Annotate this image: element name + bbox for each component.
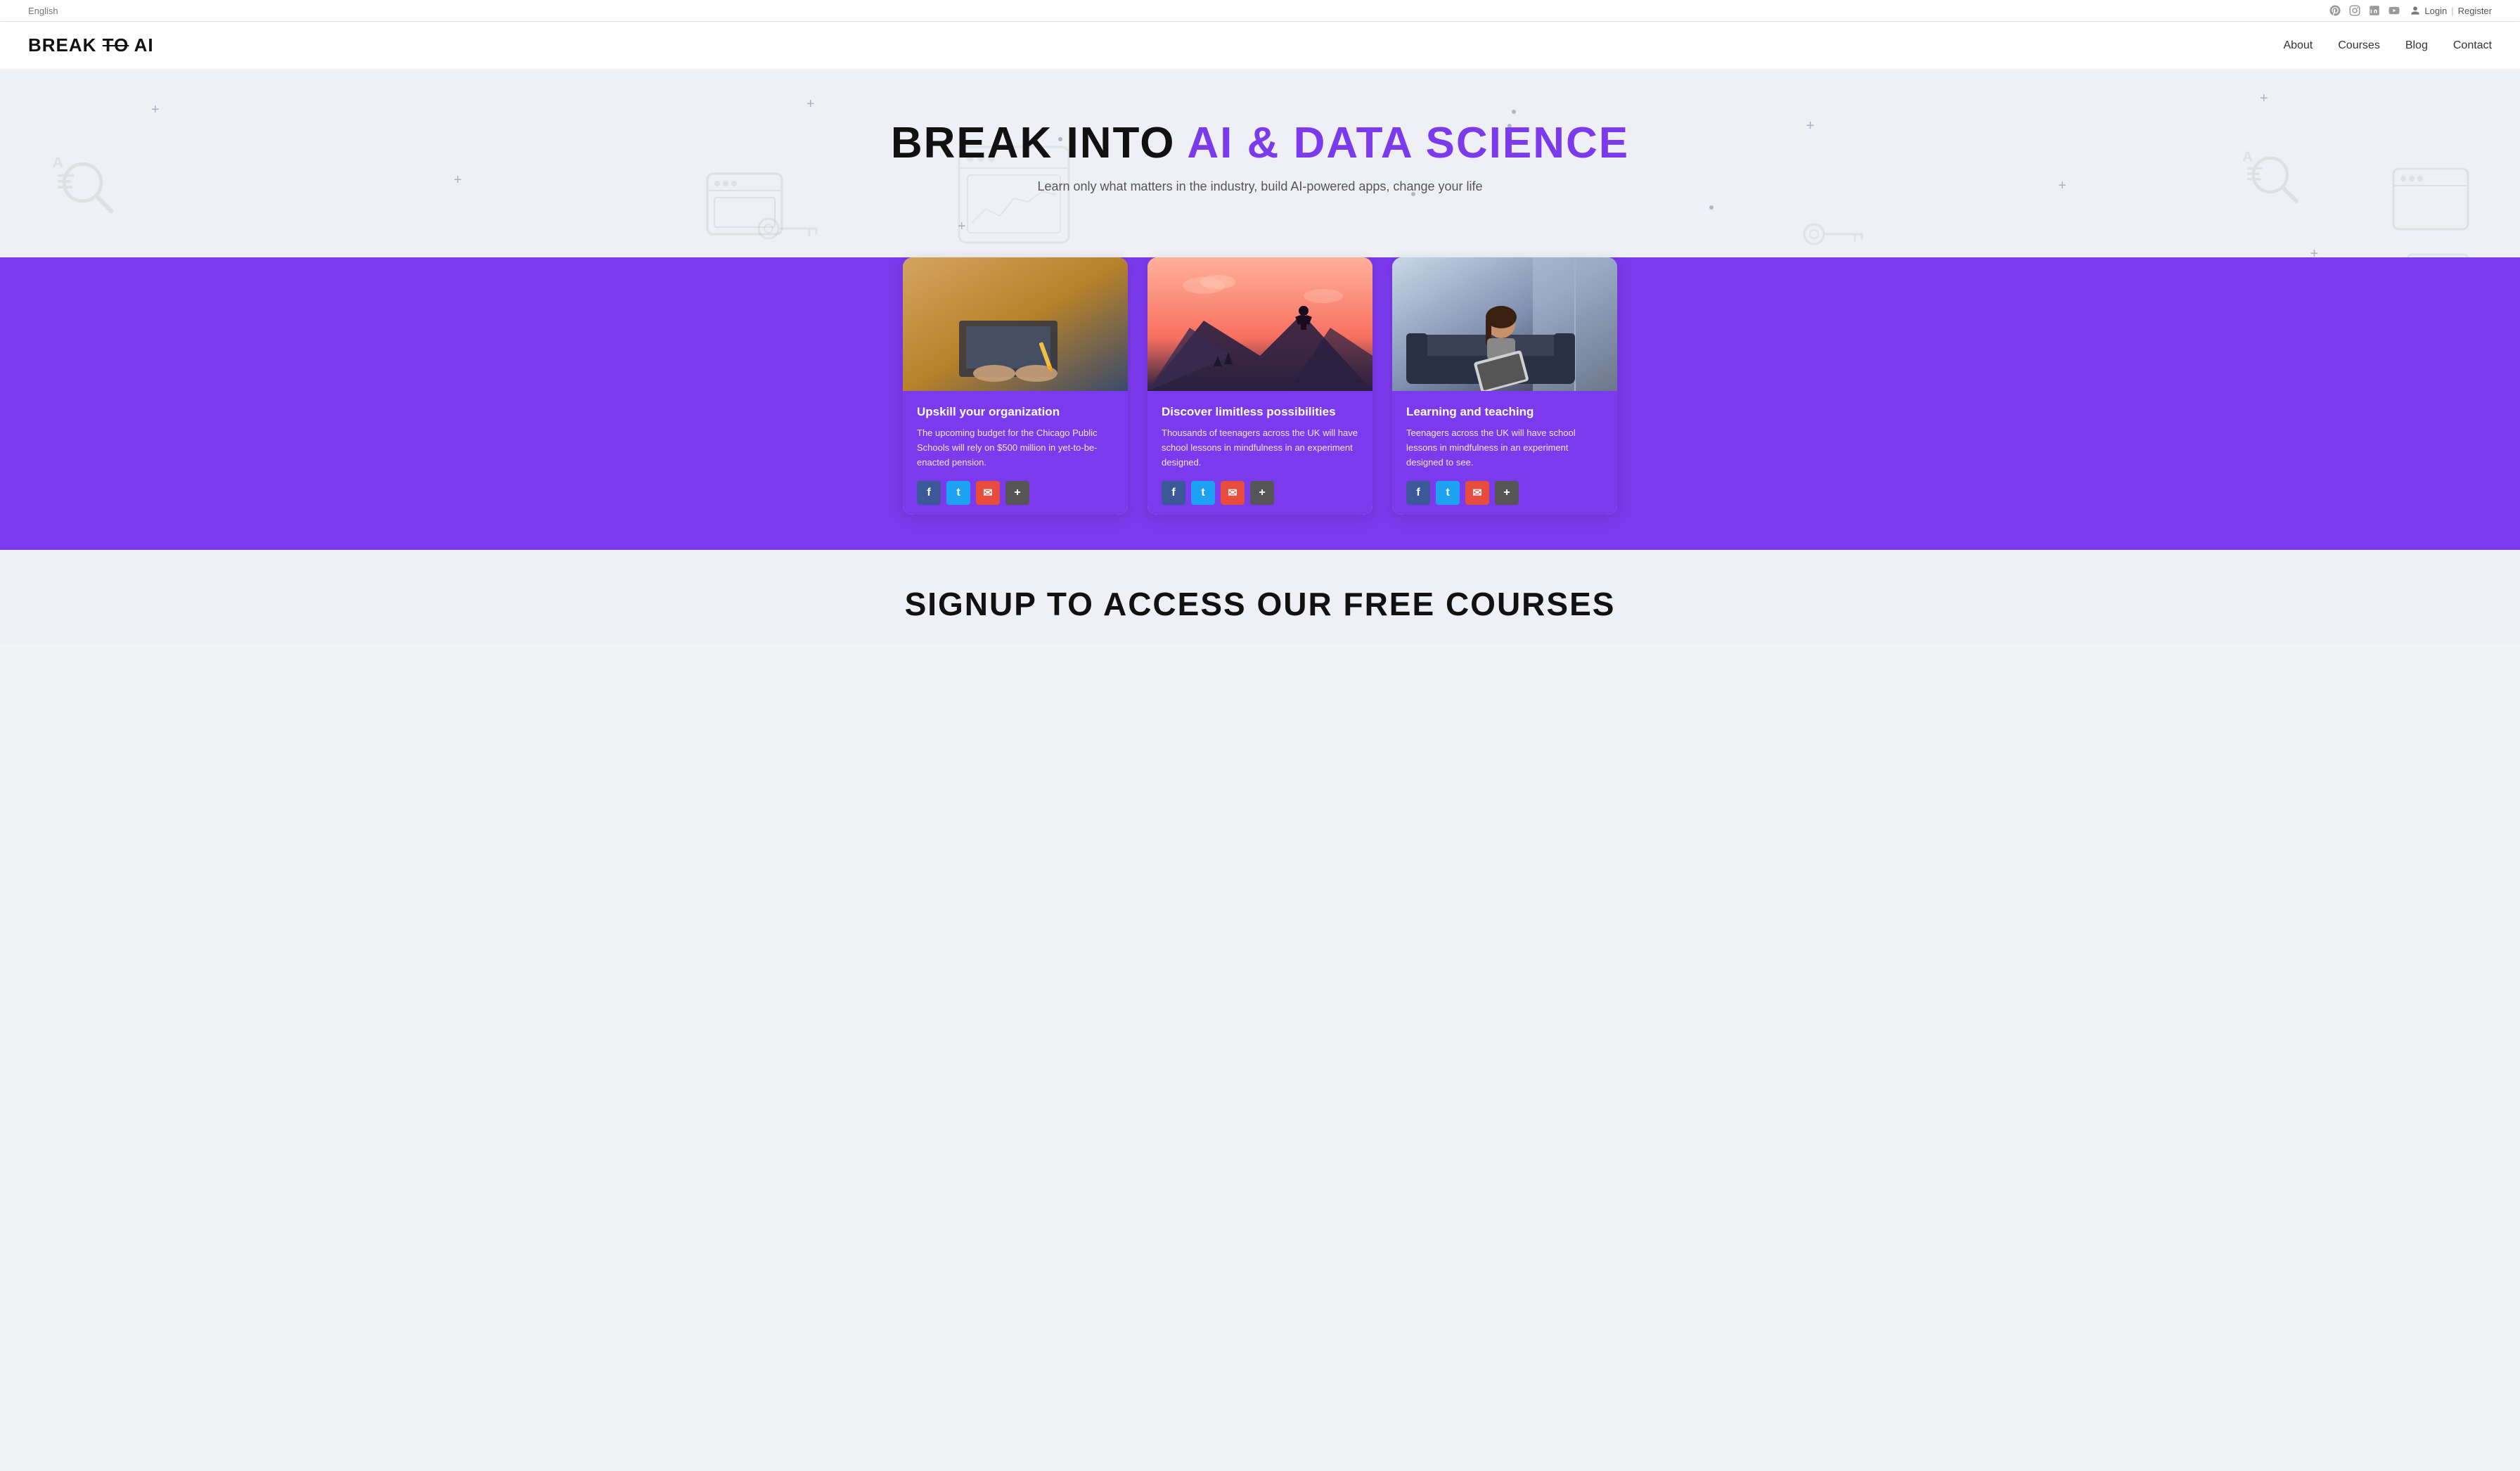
nav-links: About Courses Blog Contact	[2283, 39, 2492, 52]
deco-plus-7: +	[2260, 91, 2268, 107]
nav-item-contact[interactable]: Contact	[2453, 39, 2492, 52]
social-icons	[2329, 4, 2400, 17]
share-more-1[interactable]: +	[1005, 481, 1029, 505]
logo-ai: AI	[129, 34, 153, 56]
card-desc-3: Teenagers across the UK will have school…	[1406, 426, 1603, 470]
share-email-1[interactable]: ✉	[976, 481, 1000, 505]
site-logo[interactable]: BREAK TO AI	[28, 34, 154, 56]
share-twitter-2[interactable]: t	[1191, 481, 1215, 505]
nav-link-courses[interactable]: Courses	[2338, 39, 2380, 51]
share-facebook-3[interactable]: f	[1406, 481, 1430, 505]
card-title-1: Upskill your organization	[917, 405, 1114, 419]
pinterest-icon[interactable]	[2329, 4, 2341, 17]
logo-break: BREAK	[28, 34, 103, 56]
youtube-icon[interactable]	[2388, 4, 2400, 17]
nav-item-about[interactable]: About	[2283, 39, 2313, 52]
card-3: Learning and teaching Teenagers across t…	[1392, 257, 1617, 515]
card-share-3: f t ✉ +	[1406, 481, 1603, 505]
deco-key-right	[1801, 217, 1865, 252]
card-2: Discover limitless possibilities Thousan…	[1148, 257, 1372, 515]
topbar-right: Login | Register	[2329, 4, 2492, 17]
nav-link-blog[interactable]: Blog	[2405, 39, 2428, 51]
card-share-1: f t ✉ +	[917, 481, 1114, 505]
hero-content: BREAK INTO AI & DATA SCIENCE Learn only …	[28, 118, 2492, 194]
purple-section: Upskill your organization The upcoming b…	[0, 257, 2520, 550]
share-more-3[interactable]: +	[1495, 481, 1519, 505]
card-img-svg-2	[1148, 257, 1372, 391]
hero-title: BREAK INTO AI & DATA SCIENCE	[28, 118, 2492, 168]
navbar: BREAK TO AI About Courses Blog Contact	[0, 22, 2520, 69]
card-1: Upskill your organization The upcoming b…	[903, 257, 1128, 515]
card-title-3: Learning and teaching	[1406, 405, 1603, 419]
user-icon	[2410, 6, 2420, 15]
nav-item-blog[interactable]: Blog	[2405, 39, 2428, 52]
card-img-svg-1	[903, 257, 1128, 391]
card-title-2: Discover limitless possibilities	[1162, 405, 1358, 419]
hero-title-accent: AI & DATA SCIENCE	[1187, 119, 1629, 167]
nav-link-contact[interactable]: Contact	[2453, 39, 2492, 51]
deco-dot-4	[1709, 205, 1714, 210]
share-twitter-1[interactable]: t	[946, 481, 970, 505]
deco-dot-6	[1512, 110, 1516, 114]
signup-title: SIGNUP TO ACCESS OUR FREE COURSES	[28, 585, 2492, 623]
share-email-3[interactable]: ✉	[1465, 481, 1489, 505]
card-image-1	[903, 257, 1128, 391]
logo-to: TO	[103, 34, 129, 56]
card-img-svg-3	[1392, 257, 1617, 391]
card-image-3	[1392, 257, 1617, 391]
linkedin-icon[interactable]	[2368, 4, 2381, 17]
card-share-2: f t ✉ +	[1162, 481, 1358, 505]
hero-subtitle: Learn only what matters in the industry,…	[28, 179, 2492, 194]
deco-plus-1: +	[151, 102, 160, 118]
login-link[interactable]: Login	[2424, 6, 2447, 16]
signup-section: SIGNUP TO ACCESS OUR FREE COURSES	[0, 550, 2520, 644]
register-link[interactable]: Register	[2458, 6, 2492, 16]
cards-row: Upskill your organization The upcoming b…	[838, 257, 1682, 515]
nav-item-courses[interactable]: Courses	[2338, 39, 2380, 52]
topbar: English Login | Register	[0, 0, 2520, 22]
card-body-3: Learning and teaching Teenagers across t…	[1392, 391, 1617, 515]
card-image-2	[1148, 257, 1372, 391]
share-more-2[interactable]: +	[1250, 481, 1274, 505]
share-twitter-3[interactable]: t	[1436, 481, 1460, 505]
share-facebook-1[interactable]: f	[917, 481, 941, 505]
auth-links: Login | Register	[2410, 6, 2492, 16]
deco-key-left	[756, 211, 819, 246]
share-facebook-2[interactable]: f	[1162, 481, 1185, 505]
deco-plus-3: +	[806, 96, 815, 113]
card-desc-1: The upcoming budget for the Chicago Publ…	[917, 426, 1114, 470]
card-desc-2: Thousands of teenagers across the UK wil…	[1162, 426, 1358, 470]
language-selector[interactable]: English	[28, 6, 58, 16]
nav-link-about[interactable]: About	[2283, 39, 2313, 51]
instagram-icon[interactable]	[2348, 4, 2361, 17]
auth-separator: |	[2451, 6, 2453, 16]
card-body-2: Discover limitless possibilities Thousan…	[1148, 391, 1372, 515]
card-body-1: Upskill your organization The upcoming b…	[903, 391, 1128, 515]
hero-title-black: BREAK INTO	[891, 119, 1176, 167]
share-email-2[interactable]: ✉	[1221, 481, 1245, 505]
